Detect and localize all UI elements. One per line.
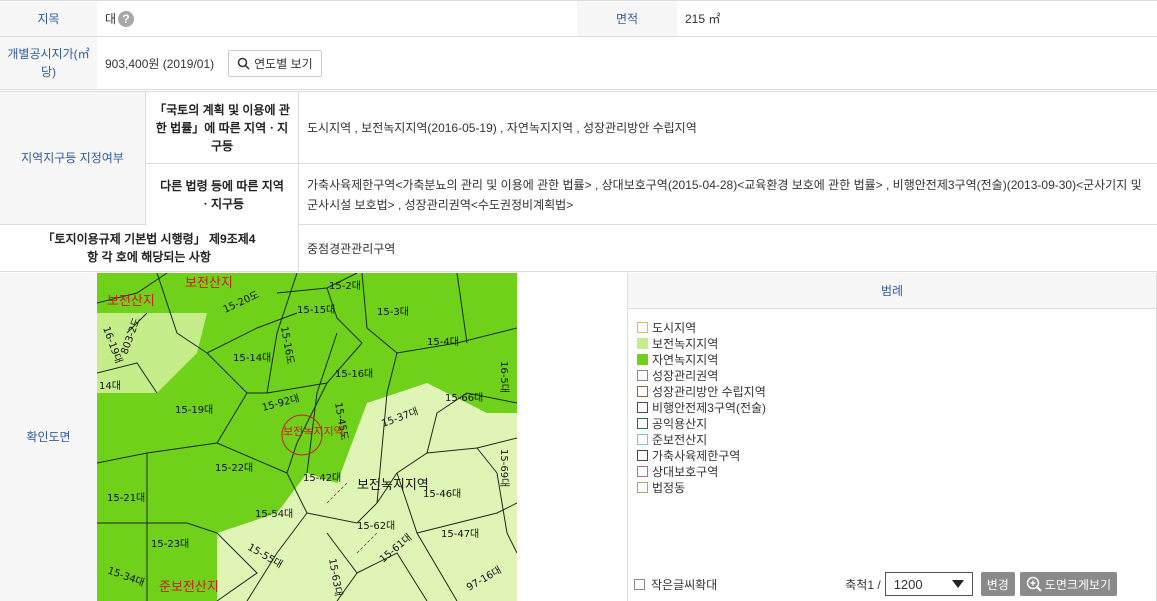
map-svg[interactable]: 15-20도 15-2대 15-15대 15-3대 15-14대 15-4대 1… — [97, 273, 517, 601]
map-label-l4: 15-2대 — [329, 280, 361, 292]
legend-list: 도시지역 보전녹지지역 자연녹지지역 성장관리권역 성장관리방안 수립지역 비행안전제3구… — [628, 309, 1156, 495]
price-label: 개별공시지가(㎡당) — [0, 37, 97, 89]
legend-item-label: 법정동 — [652, 480, 686, 495]
legend-swatch — [637, 417, 648, 429]
map-label-l10: 15-16대 — [335, 368, 373, 380]
price-value: 903,400원 (2019/01) 연도별 보기 — [97, 37, 697, 89]
law1-label: 「국토의 계획 및 이용에 관한 법률」에 따른 지역ㆍ지구등 — [145, 92, 298, 164]
area-value: 215 ㎡ — [685, 12, 721, 26]
legend-swatch — [637, 433, 648, 445]
legend-item: 성장관리방안 수립지역 — [637, 383, 1156, 399]
legend-item-label: 상대보호구역 — [652, 464, 719, 479]
map-label-l21: 15-21대 — [107, 492, 145, 504]
legend-item-label: 도시지역 — [652, 320, 697, 335]
legend-item-label: 가축사육제한구역 — [652, 448, 741, 463]
legend-item: 보전녹지지역 — [637, 335, 1156, 351]
legend-swatch — [637, 401, 648, 413]
jimok-label: 지목 — [0, 1, 97, 36]
legend-title: 범례 — [628, 273, 1156, 309]
legend-swatch — [637, 321, 648, 333]
row-jimok: 지목 대 ? 면적 215 ㎡ — [0, 0, 1157, 37]
map-label-l25: 15-47대 — [441, 528, 479, 540]
legend-swatch — [637, 385, 648, 397]
legend-item-label: 준보전산지 — [652, 432, 708, 447]
legend-item-label: 성장관리권역 — [652, 368, 719, 383]
scale-label: 축척1 / — [845, 577, 881, 592]
map-label-l29: 준보전산지 — [159, 580, 219, 595]
map-label-l6: 15-3대 — [377, 306, 409, 318]
small-text-label: 작은글씨확대 — [651, 577, 718, 592]
map-label-l20: 보전녹지지역 — [357, 478, 429, 493]
row-price: 개별공시지가(㎡당) 903,400원 (2019/01) 연도별 보기 — [0, 37, 1157, 90]
map-label-l12: 15-19대 — [175, 404, 213, 416]
map-label-l2: 보전산지 — [107, 294, 155, 309]
yearly-view-button[interactable]: 연도별 보기 — [228, 49, 322, 77]
jimok-value: 대 ? — [97, 1, 577, 36]
legend-swatch — [637, 353, 648, 365]
map-label-l11: 14대 — [99, 380, 121, 392]
legend-swatch — [637, 369, 648, 381]
legend-item-label: 공익용산지 — [652, 416, 708, 431]
map-label-l23: 15-23대 — [151, 538, 189, 550]
legend-item: 가축사육제한구역 — [637, 447, 1156, 463]
dropdown-arrow-icon — [951, 580, 964, 588]
map-label-l31: 15-69대 — [498, 449, 510, 487]
law2-label: 다른 법령 등에 따른 지역ㆍ지구등 — [145, 164, 298, 226]
legend-item-label: 성장관리방안 수립지역 — [652, 384, 766, 399]
row-zone: 지역지구등 지정여부 「국토의 계획 및 이용에 관한 법률」에 따른 지역ㆍ지… — [0, 91, 1157, 226]
legend-item: 준보전산지 — [637, 431, 1156, 447]
change-button[interactable]: 변경 — [980, 572, 1015, 596]
legend-item: 상대보호구역 — [637, 463, 1156, 479]
law2-value: 가축사육제한구역<가축분뇨의 관리 및 이용에 관한 법률> , 상대보호구역(… — [298, 164, 1157, 226]
map-label-l24: 15-62대 — [357, 520, 395, 532]
zoom-in-icon — [1026, 576, 1042, 592]
land-map[interactable]: 15-20도 15-2대 15-15대 15-3대 15-14대 15-4대 1… — [97, 273, 517, 601]
map-label-l7: 15-14대 — [233, 352, 271, 364]
map-label-l5: 15-15대 — [297, 304, 335, 316]
legend-item-label: 보전녹지지역 — [652, 336, 719, 351]
map-label: 확인도면 — [0, 273, 97, 601]
help-icon[interactable]: ? — [118, 10, 135, 27]
legend-swatch — [637, 481, 648, 493]
legend-item-label: 비행안전제3구역(전술) — [652, 400, 767, 415]
enforce-label: 「토지이용규제 기본법 시행령」 제9조제4항 각 호에 해당되는 사항 — [0, 225, 298, 271]
scale-select[interactable]: 1200 — [884, 572, 973, 596]
search-icon — [237, 57, 250, 70]
map-label-l18: 15-42대 — [303, 472, 341, 484]
legend-swatch — [637, 449, 648, 461]
map-label-l1: 보전산지 — [185, 276, 233, 291]
legend-swatch — [637, 465, 648, 477]
legend-footer: 작은글씨확대 축척1 / 1200 변경 도면크게보기 — [628, 567, 1156, 601]
small-text-checkbox[interactable] — [634, 578, 645, 590]
legend-item: 성장관리권역 — [637, 367, 1156, 383]
map-label-l32: 16-5대 — [498, 361, 510, 393]
area-label: 면적 — [577, 1, 677, 36]
legend-item: 비행안전제3구역(전술) — [637, 399, 1156, 415]
legend-item-label: 자연녹지지역 — [652, 352, 719, 367]
legend-swatch — [637, 337, 648, 349]
legend-item: 자연녹지지역 — [637, 351, 1156, 367]
legend-item: 법정동 — [637, 479, 1156, 495]
map-label-l17: 15-22대 — [215, 462, 253, 474]
map-label-l8: 15-4대 — [427, 336, 459, 348]
legend-item: 도시지역 — [637, 319, 1156, 335]
map-label-l22: 15-54대 — [255, 508, 293, 520]
map-label-l30: 보전녹지지역 — [283, 425, 344, 438]
row-enforce: 「토지이용규제 기본법 시행령」 제9조제4항 각 호에 해당되는 사항 중점경… — [0, 225, 1157, 272]
enforce-value: 중점경관관리구역 — [298, 225, 1157, 271]
zone-label: 지역지구등 지정여부 — [0, 92, 145, 224]
map-label-l14: 15-66대 — [445, 392, 483, 404]
law1-value: 도시지역 , 보전녹지지역(2016-05-19) , 자연녹지지역 , 성장관… — [298, 92, 1157, 164]
legend-panel: 범례 도시지역 보전녹지지역 자연녹지지역 성장관리권역 성장관리방안 수립지역 비행안전… — [627, 273, 1157, 601]
enlarge-map-button[interactable]: 도면크게보기 — [1019, 572, 1118, 596]
legend-item: 공익용산지 — [637, 415, 1156, 431]
